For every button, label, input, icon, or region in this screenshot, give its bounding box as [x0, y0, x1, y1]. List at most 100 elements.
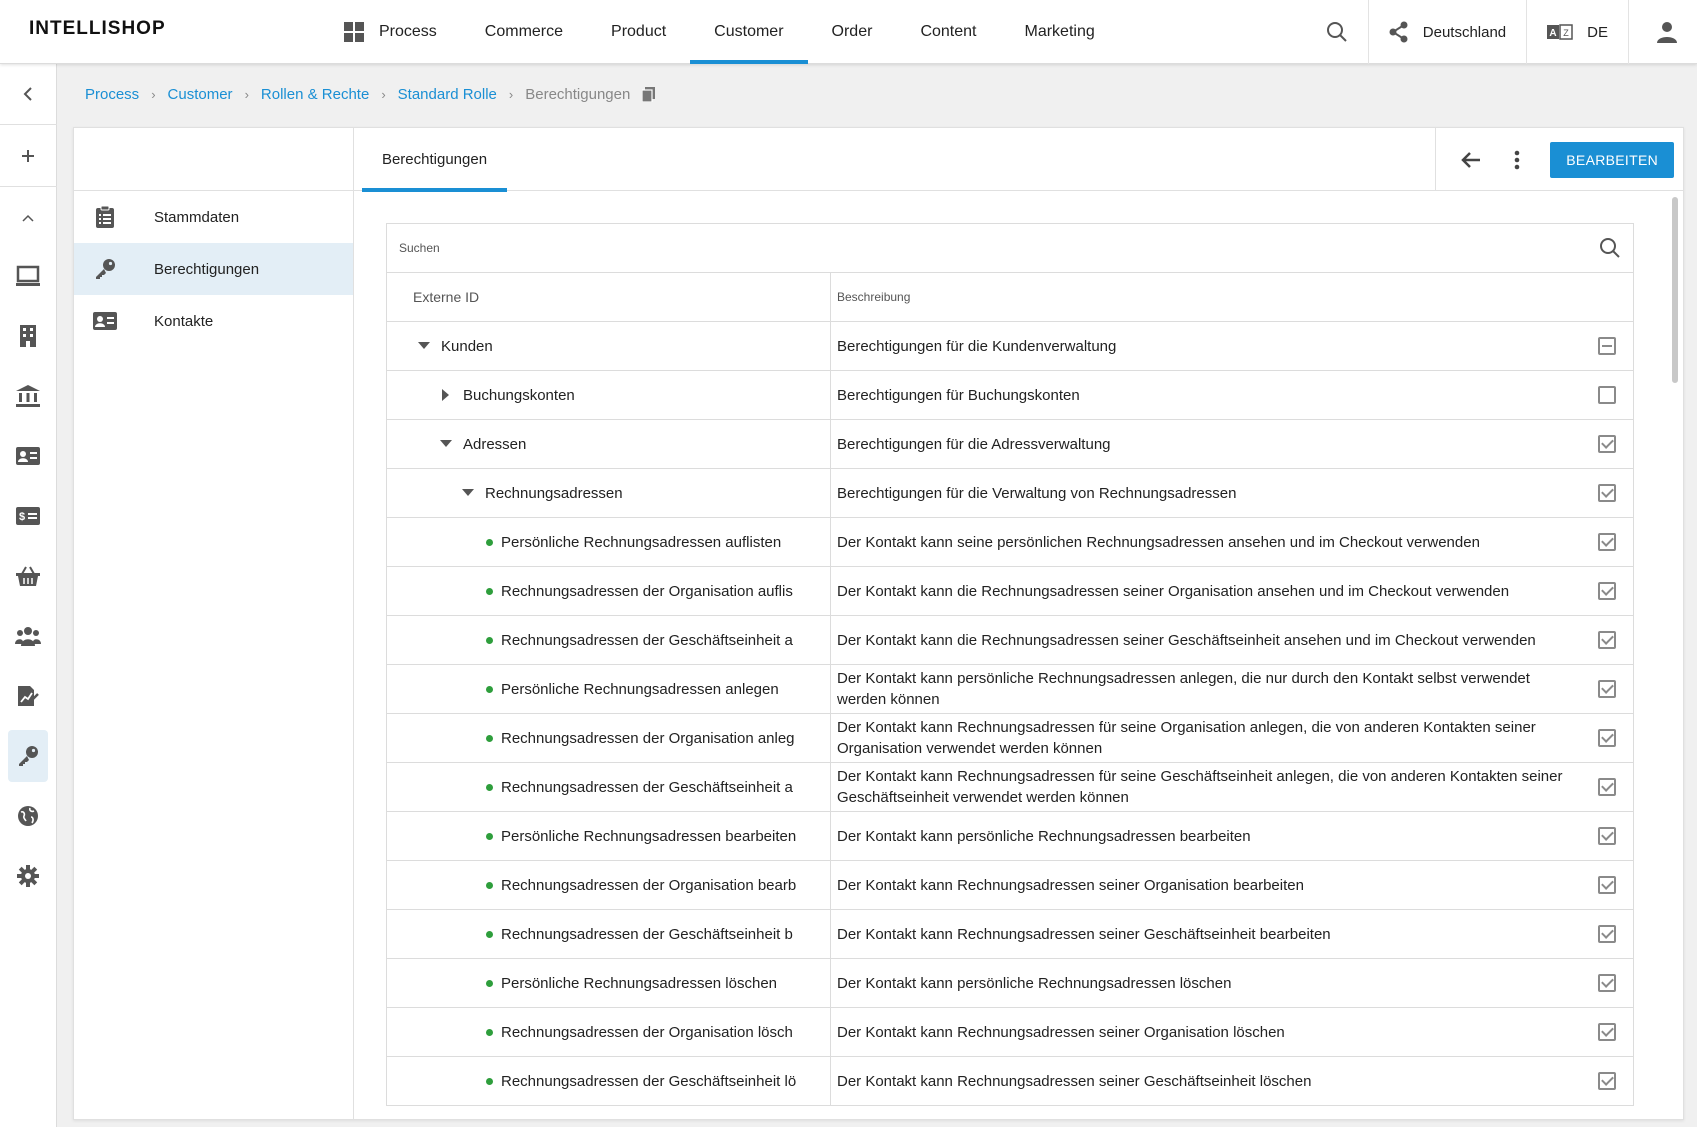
permission-checkbox[interactable] [1598, 827, 1616, 845]
table-row[interactable]: Rechnungsadressen der Geschäftseinheit b… [387, 910, 1633, 959]
description-label: Der Kontakt kann die Rechnungsadressen s… [837, 582, 1510, 600]
nav-item-order[interactable]: Order [808, 0, 897, 64]
rail-item-globe[interactable] [8, 790, 48, 842]
sidebar-item-label: Stammdaten [154, 208, 240, 226]
globe-icon [18, 806, 38, 826]
add-button[interactable] [8, 130, 48, 182]
more-options-button[interactable] [1494, 137, 1540, 183]
nav-item-process[interactable]: Process [320, 0, 461, 64]
nav-item-commerce[interactable]: Commerce [461, 0, 587, 64]
back-button[interactable] [1448, 137, 1494, 183]
permission-checkbox[interactable] [1598, 925, 1616, 943]
rail-item-permissions[interactable] [8, 730, 48, 782]
table-row[interactable]: Rechnungsadressen der Geschäftseinheit a… [387, 616, 1633, 665]
breadcrumb-current: Berechtigungen [525, 85, 631, 103]
rail-item-monitor[interactable] [8, 250, 48, 302]
column-header-description[interactable]: Beschreibung [831, 273, 1633, 321]
logo[interactable]: INTELLISHOP [29, 18, 166, 40]
rail-item-bank[interactable] [8, 370, 48, 422]
search-input[interactable] [399, 224, 1579, 272]
scrollbar-thumb[interactable] [1672, 197, 1678, 383]
nav-item-content[interactable]: Content [896, 0, 1000, 64]
nav-item-customer[interactable]: Customer [690, 0, 808, 64]
edit-button[interactable]: BEARBEITEN [1550, 141, 1674, 178]
cell-description: Berechtigungen für die Adressverwaltung [831, 420, 1581, 468]
sidebar-item-kontakte[interactable]: Kontakte [74, 295, 353, 347]
collapse-rail-button[interactable] [8, 68, 48, 120]
language-selector[interactable]: AZ DE [1526, 0, 1628, 64]
column-header-id[interactable]: Externe ID [387, 273, 831, 321]
sidebar-item-berechtigungen[interactable]: Berechtigungen [74, 243, 353, 295]
collapse-section-button[interactable] [8, 192, 48, 244]
table-row[interactable]: Rechnungsadressen der Geschäftseinheit a… [387, 763, 1633, 812]
cell-external-id: Buchungskonten [387, 371, 831, 419]
caret-down-icon[interactable] [435, 433, 457, 455]
external-id-label: Persönliche Rechnungsadressen anlegen [501, 680, 779, 698]
cell-description: Der Kontakt kann die Rechnungsadressen s… [831, 616, 1581, 664]
cell-description: Der Kontakt kann Rechnungsadressen seine… [831, 1008, 1581, 1056]
table-row[interactable]: Rechnungsadressen der Organisation bearb… [387, 861, 1633, 910]
leaf-dot-icon [486, 930, 493, 938]
cell-checkbox [1581, 371, 1633, 419]
cell-description: Der Kontakt kann Rechnungsadressen seine… [831, 861, 1581, 909]
price-card-icon: $ [16, 507, 40, 525]
table-row[interactable]: Rechnungsadressen der Organisation anleg… [387, 714, 1633, 763]
cell-checkbox [1581, 665, 1633, 713]
rail-item-settings[interactable] [8, 850, 48, 902]
permission-checkbox[interactable] [1598, 386, 1616, 404]
permission-checkbox[interactable] [1598, 631, 1616, 649]
table-row[interactable]: Rechnungsadressen der Organisation aufli… [387, 567, 1633, 616]
permission-checkbox[interactable] [1598, 876, 1616, 894]
rail-item-contacts[interactable] [8, 430, 48, 482]
copy-button[interactable] [642, 86, 656, 102]
table-row[interactable]: Persönliche Rechnungsadressen auflisten D… [387, 518, 1633, 567]
nav-item-marketing[interactable]: Marketing [1000, 0, 1118, 64]
nav-item-product[interactable]: Product [587, 0, 690, 64]
breadcrumb-link[interactable]: Standard Rolle [398, 86, 497, 103]
permission-checkbox[interactable] [1598, 435, 1616, 453]
permission-checkbox[interactable] [1598, 484, 1616, 502]
permission-checkbox[interactable] [1598, 337, 1616, 355]
search-button[interactable] [1306, 0, 1368, 64]
rail-item-reports[interactable] [8, 670, 48, 722]
cell-description: Der Kontakt kann persönliche Rechnungsad… [831, 665, 1581, 713]
rail-item-basket[interactable] [8, 550, 48, 602]
breadcrumb-link[interactable]: Rollen & Rechte [261, 86, 369, 103]
table-body: Kunden Berechtigungen für die Kundenverwa… [387, 322, 1633, 1106]
table-row[interactable]: Rechnungsadressen Berechtigungen für die … [387, 469, 1633, 518]
table-row[interactable]: Adressen Berechtigungen für die Adressver… [387, 420, 1633, 469]
caret-down-icon[interactable] [413, 335, 435, 357]
permission-checkbox[interactable] [1598, 533, 1616, 551]
permission-checkbox[interactable] [1598, 974, 1616, 992]
cell-description: Der Kontakt kann Rechnungsadressen seine… [831, 1057, 1581, 1105]
breadcrumb-link[interactable]: Customer [168, 86, 233, 103]
permission-checkbox[interactable] [1598, 1072, 1616, 1090]
permission-checkbox[interactable] [1598, 680, 1616, 698]
permission-checkbox[interactable] [1598, 729, 1616, 747]
sidebar-item-label: Berechtigungen [154, 260, 260, 278]
table-row[interactable]: Buchungskonten Berechtigungen für Buchung… [387, 371, 1633, 420]
sidebar-item-stammdaten[interactable]: Stammdaten [74, 191, 353, 243]
country-label: Deutschland [1422, 23, 1507, 41]
table-row[interactable]: Persönliche Rechnungsadressen löschen Der… [387, 959, 1633, 1008]
user-menu-button[interactable] [1628, 0, 1697, 64]
rail-item-users[interactable] [8, 610, 48, 662]
rail-item-building[interactable] [8, 310, 48, 362]
vertical-scrollbar[interactable] [1671, 197, 1679, 1119]
caret-down-icon[interactable] [457, 482, 479, 504]
search-button[interactable] [1599, 237, 1621, 264]
table-row[interactable]: Rechnungsadressen der Organisation lösch… [387, 1008, 1633, 1057]
table-row[interactable]: Persönliche Rechnungsadressen anlegen Der… [387, 665, 1633, 714]
breadcrumb-link[interactable]: Process [85, 86, 139, 103]
tab-berechtigungen[interactable]: Berechtigungen [362, 128, 507, 192]
permission-checkbox[interactable] [1598, 778, 1616, 796]
permission-checkbox[interactable] [1598, 582, 1616, 600]
table-row[interactable]: Rechnungsadressen der Geschäftseinheit l… [387, 1057, 1633, 1106]
permission-checkbox[interactable] [1598, 1023, 1616, 1041]
cell-external-id: Rechnungsadressen der Organisation aufli… [387, 567, 831, 615]
rail-item-prices[interactable]: $ [8, 490, 48, 542]
country-selector[interactable]: Deutschland [1367, 0, 1526, 64]
table-row[interactable]: Persönliche Rechnungsadressen bearbeiten… [387, 812, 1633, 861]
table-row[interactable]: Kunden Berechtigungen für die Kundenverwa… [387, 322, 1633, 371]
caret-right-icon[interactable] [435, 384, 457, 406]
